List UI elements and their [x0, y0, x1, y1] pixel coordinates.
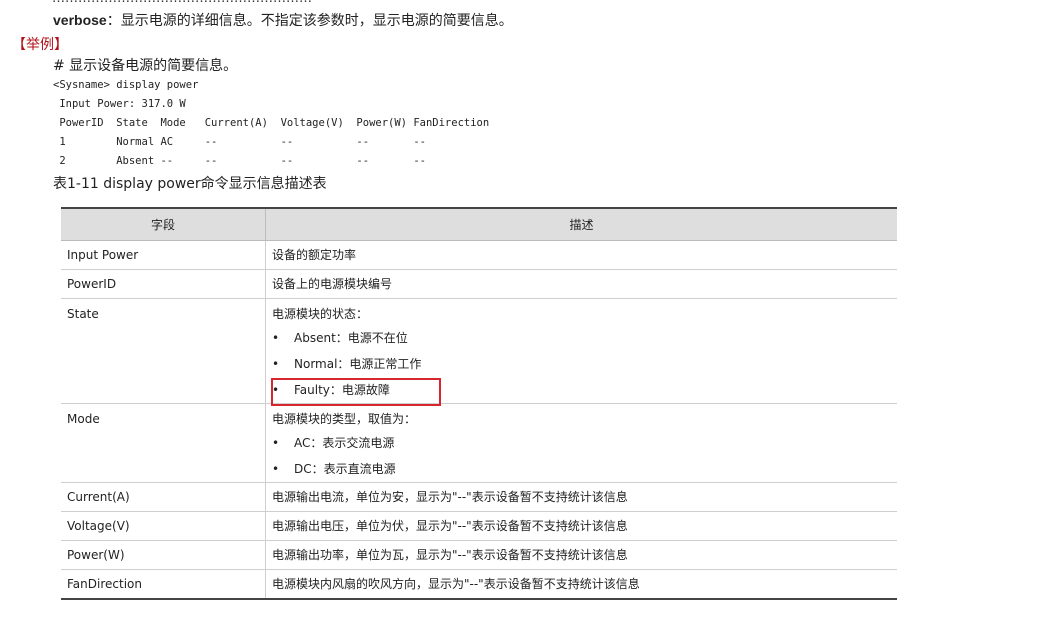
field-cell: Voltage(V): [61, 511, 266, 541]
code-line: 2 Absent -- -- -- -- --: [53, 155, 426, 167]
code-line: PowerID State Mode Current(A) Voltage(V)…: [53, 117, 490, 129]
table-row: Current(A) 电源输出电流，单位为安，显示为"--"表示设备暂不支持统计…: [61, 482, 897, 512]
table-row: Power(W) 电源输出功率，单位为瓦，显示为"--"表示设备暂不支持统计该信…: [61, 540, 897, 570]
field-cell: Input Power: [61, 240, 266, 270]
list-item: • Absent：电源不在位: [272, 325, 891, 351]
field-cell: PowerID: [61, 269, 266, 299]
field-description-table: 字段 描述 Input Power 设备的额定功率 PowerID 设备上的电源…: [61, 207, 897, 600]
list-item-text: DC：表示直流电源: [294, 462, 396, 476]
table-row: Input Power 设备的额定功率: [61, 240, 897, 270]
state-values-list: • Absent：电源不在位 • Normal：电源正常工作 • Faulty：电源故…: [272, 325, 891, 403]
list-item-text: AC：表示交流电源: [294, 436, 395, 450]
description-cell: 电源输出电压，单位为伏，显示为"--"表示设备暂不支持统计该信息: [265, 511, 897, 541]
table-row: FanDirection 电源模块内风扇的吹风方向，显示为"--"表示设备暂不支…: [61, 569, 897, 600]
code-line: Input Power: 317.0 W: [53, 98, 186, 110]
list-item: • DC：表示直流电源: [272, 456, 891, 482]
list-item-text: Absent：电源不在位: [294, 331, 408, 345]
list-item: • AC：表示交流电源: [272, 430, 891, 456]
field-cell: Current(A): [61, 482, 266, 512]
field-cell: State: [61, 298, 266, 404]
cut-off-text-line: ……………………………………………………: [52, 0, 312, 6]
bullet-icon: •: [272, 383, 280, 397]
description-cell: 电源模块内风扇的吹风方向，显示为"--"表示设备暂不支持统计该信息: [265, 569, 897, 600]
table-header-row: 字段 描述: [61, 207, 897, 241]
bullet-icon: •: [272, 331, 280, 345]
table-row: PowerID 设备上的电源模块编号: [61, 269, 897, 299]
verbose-keyword: verbose: [53, 12, 107, 28]
command-output-block: <Sysname> display power Input Power: 317…: [53, 76, 489, 171]
description-cell: 电源输出功率，单位为瓦，显示为"--"表示设备暂不支持统计该信息: [265, 540, 897, 570]
mode-values-list: • AC：表示交流电源 • DC：表示直流电源: [272, 430, 891, 482]
description-intro: 电源模块的类型，取值为：: [272, 412, 417, 426]
list-item-text: Normal：电源正常工作: [294, 357, 422, 371]
column-header-description: 描述: [265, 207, 897, 241]
example-comment: # 显示设备电源的简要信息。: [53, 58, 238, 74]
description-cell: 电源输出电流，单位为安，显示为"--"表示设备暂不支持统计该信息: [265, 482, 897, 512]
code-line: 1 Normal AC -- -- -- --: [53, 136, 426, 148]
field-cell: Power(W): [61, 540, 266, 570]
table-row: Mode 电源模块的类型，取值为： • AC：表示交流电源 • DC：表示直流电源: [61, 403, 897, 483]
list-item-text: Faulty：电源故障: [294, 383, 390, 397]
description-cell: 电源模块的状态： • Absent：电源不在位 • Normal：电源正常工作 • F…: [265, 298, 897, 404]
field-cell: Mode: [61, 403, 266, 483]
bullet-icon: •: [272, 357, 280, 371]
field-cell: FanDirection: [61, 569, 266, 600]
table-caption: 表1-11 display power命令显示信息描述表: [53, 176, 327, 192]
description-cell: 设备的额定功率: [265, 240, 897, 270]
list-item: • Normal：电源正常工作: [272, 351, 891, 377]
table-row: State 电源模块的状态： • Absent：电源不在位 • Normal：电源正…: [61, 298, 897, 404]
example-heading: 【举例】: [12, 37, 68, 53]
list-item: • Faulty：电源故障: [272, 377, 891, 403]
description-cell: 电源模块的类型，取值为： • AC：表示交流电源 • DC：表示直流电源: [265, 403, 897, 483]
code-line: <Sysname> display power: [53, 79, 199, 91]
bullet-icon: •: [272, 436, 280, 450]
column-header-field: 字段: [61, 207, 266, 241]
table-row: Voltage(V) 电源输出电压，单位为伏，显示为"--"表示设备暂不支持统计…: [61, 511, 897, 541]
verbose-text: ：显示电源的详细信息。不指定该参数时，显示电源的简要信息。: [106, 13, 513, 29]
verbose-parameter-description: verbose：显示电源的详细信息。不指定该参数时，显示电源的简要信息。: [53, 10, 513, 30]
description-intro: 电源模块的状态：: [272, 307, 369, 321]
bullet-icon: •: [272, 462, 280, 476]
description-cell: 设备上的电源模块编号: [265, 269, 897, 299]
